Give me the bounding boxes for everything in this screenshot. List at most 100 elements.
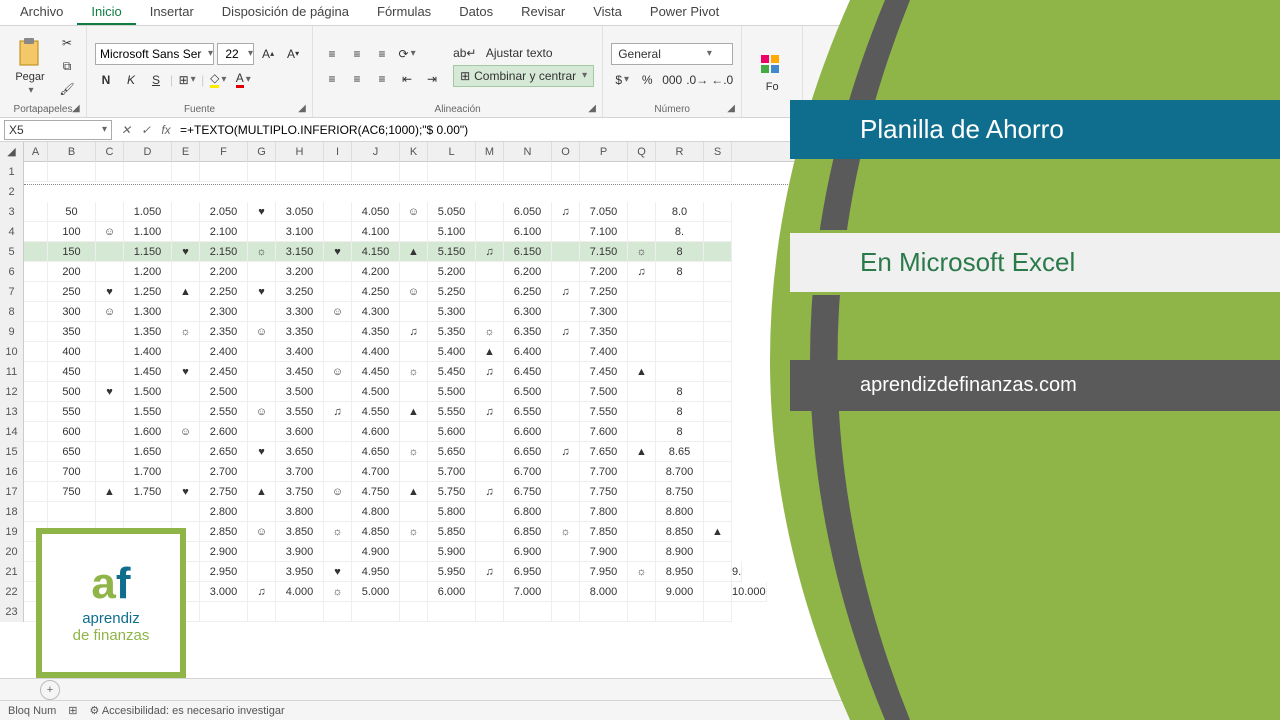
cell[interactable]: ♥ — [324, 242, 352, 262]
cell[interactable]: 6.900 — [504, 542, 552, 562]
cell[interactable]: 4.500 — [352, 382, 400, 402]
cell[interactable]: 700 — [48, 462, 96, 482]
cell[interactable] — [628, 222, 656, 242]
cell[interactable] — [352, 602, 400, 622]
cell[interactable] — [172, 342, 200, 362]
bold-button[interactable]: N — [95, 70, 117, 90]
cell[interactable] — [476, 282, 504, 302]
cell[interactable] — [628, 382, 656, 402]
cell[interactable] — [324, 222, 352, 242]
cell[interactable]: 1.700 — [124, 462, 172, 482]
cell[interactable] — [172, 262, 200, 282]
cell[interactable] — [24, 382, 48, 402]
cell[interactable]: 4.050 — [352, 202, 400, 222]
cell[interactable]: 6.000 — [428, 582, 476, 602]
col-header-P[interactable]: P — [580, 142, 628, 162]
cell[interactable] — [656, 602, 704, 622]
cell[interactable]: ▲ — [248, 482, 276, 502]
underline-button[interactable]: S — [145, 70, 167, 90]
cell[interactable]: 7.600 — [580, 422, 628, 442]
cell[interactable]: 1.500 — [124, 382, 172, 402]
scroll-track[interactable] — [1062, 685, 1260, 699]
cell[interactable] — [552, 162, 580, 182]
cell[interactable] — [24, 202, 48, 222]
col-header-A[interactable]: A — [24, 142, 48, 162]
fx-button[interactable]: fx — [156, 123, 176, 137]
cell[interactable] — [172, 402, 200, 422]
cell[interactable]: 4.700 — [352, 462, 400, 482]
cell[interactable]: 3.650 — [276, 442, 324, 462]
decrease-font-button[interactable]: A▾ — [282, 44, 304, 64]
cell[interactable]: 7.450 — [580, 362, 628, 382]
border-button[interactable]: ⊞▾ — [176, 70, 198, 90]
tab-inicio[interactable]: Inicio — [77, 0, 135, 25]
cell[interactable]: 8.800 — [656, 502, 704, 522]
cell[interactable] — [324, 442, 352, 462]
cell[interactable]: 2.400 — [200, 342, 248, 362]
row-header-16[interactable]: 16 — [0, 462, 24, 482]
cell[interactable]: ☺ — [172, 422, 200, 442]
cell[interactable] — [476, 442, 504, 462]
cell[interactable]: 2.050 — [200, 202, 248, 222]
cell[interactable]: 4.650 — [352, 442, 400, 462]
cell[interactable] — [24, 162, 48, 182]
cell[interactable]: 1.250 — [124, 282, 172, 302]
cell[interactable] — [24, 242, 48, 262]
percent-button[interactable]: % — [636, 70, 658, 90]
cell[interactable] — [552, 482, 580, 502]
cell[interactable] — [172, 302, 200, 322]
cell[interactable]: ♫ — [628, 262, 656, 282]
cell[interactable] — [704, 542, 732, 562]
row-header-10[interactable]: 10 — [0, 342, 24, 362]
cell[interactable]: 7.300 — [580, 302, 628, 322]
cell[interactable]: 3.100 — [276, 222, 324, 242]
cell[interactable] — [248, 462, 276, 482]
cell[interactable]: 4.200 — [352, 262, 400, 282]
col-header-J[interactable]: J — [352, 142, 400, 162]
cell[interactable]: 3.600 — [276, 422, 324, 442]
cell[interactable]: ▲ — [172, 282, 200, 302]
cell[interactable] — [704, 422, 732, 442]
cell[interactable]: 3.400 — [276, 342, 324, 362]
cell[interactable]: 400 — [48, 342, 96, 362]
cell[interactable]: 6.100 — [504, 222, 552, 242]
cell[interactable] — [628, 422, 656, 442]
cell[interactable]: ♥ — [172, 482, 200, 502]
col-header-H[interactable]: H — [276, 142, 324, 162]
cell[interactable]: 3.450 — [276, 362, 324, 382]
cell[interactable] — [552, 262, 580, 282]
cell[interactable]: ♫ — [476, 242, 504, 262]
cell[interactable]: 3.200 — [276, 262, 324, 282]
cell[interactable] — [248, 302, 276, 322]
cell[interactable]: 2.750 — [200, 482, 248, 502]
cell[interactable] — [400, 602, 428, 622]
cell[interactable] — [656, 302, 704, 322]
cell[interactable]: 7.400 — [580, 342, 628, 362]
cell[interactable] — [400, 502, 428, 522]
cell[interactable]: 8.750 — [656, 482, 704, 502]
align-left-button[interactable]: ≡ — [321, 69, 343, 89]
copy-button[interactable]: ⧉ — [56, 56, 78, 76]
increase-font-button[interactable]: A▴ — [257, 44, 279, 64]
cell[interactable] — [552, 342, 580, 362]
cell[interactable] — [552, 562, 580, 582]
cell[interactable]: 6.150 — [504, 242, 552, 262]
font-size-select[interactable]: ▾ — [217, 43, 254, 65]
cell[interactable] — [24, 342, 48, 362]
cell[interactable] — [172, 222, 200, 242]
wrap-text-button[interactable]: ab↵ Ajustar texto — [453, 46, 594, 60]
cell[interactable] — [476, 222, 504, 242]
cell[interactable]: ☺ — [248, 402, 276, 422]
cell[interactable]: 8 — [656, 242, 704, 262]
cell[interactable]: ☺ — [400, 282, 428, 302]
cell[interactable]: 450 — [48, 362, 96, 382]
col-header-Q[interactable]: Q — [628, 142, 656, 162]
cell[interactable]: 4.100 — [352, 222, 400, 242]
cell[interactable]: 3.350 — [276, 322, 324, 342]
cell[interactable] — [276, 602, 324, 622]
cancel-formula-button[interactable]: ✕ — [116, 123, 136, 137]
cell[interactable]: 7.650 — [580, 442, 628, 462]
cell[interactable] — [628, 282, 656, 302]
alignment-launcher[interactable]: ◢ — [588, 103, 600, 115]
cell[interactable]: 7.900 — [580, 542, 628, 562]
